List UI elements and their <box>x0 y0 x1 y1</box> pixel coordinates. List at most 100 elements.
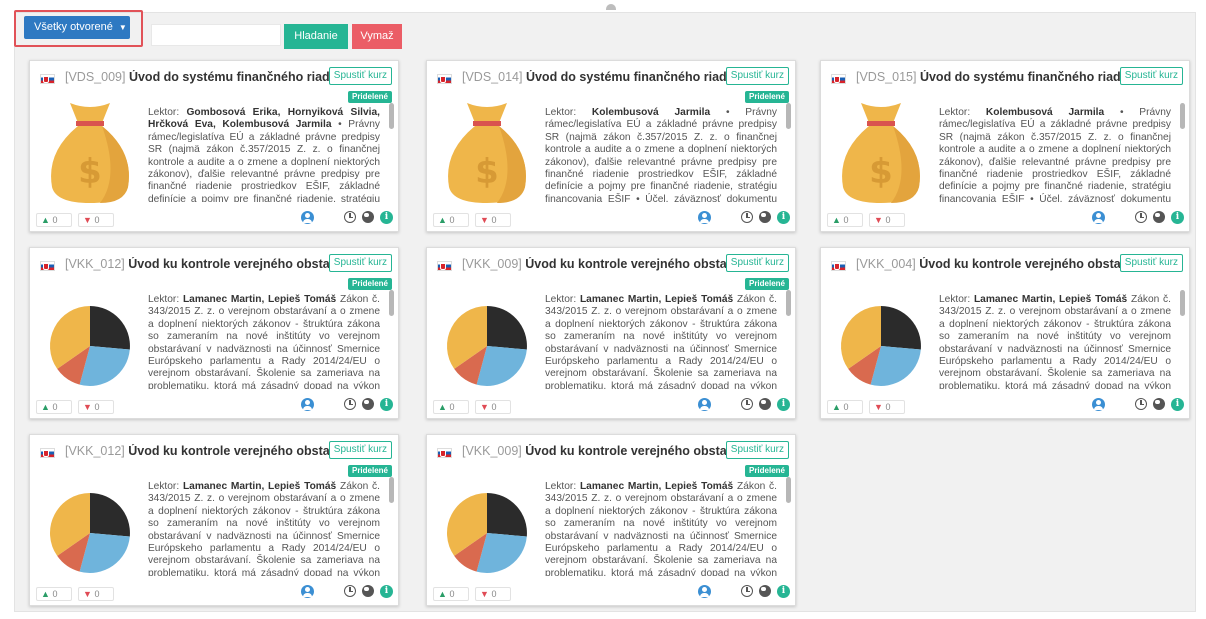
course-description: Lektor: Lamanec Martin, Lepieš Tomáš Zák… <box>939 294 1171 389</box>
like-button[interactable]: ▲ 0 <box>433 400 469 414</box>
launch-course-button[interactable]: Spustiť kurz <box>1119 67 1183 85</box>
dislike-button[interactable]: ▼ 0 <box>78 213 114 227</box>
launch-course-button[interactable]: Spustiť kurz <box>1119 254 1183 272</box>
launch-course-button[interactable]: Spustiť kurz <box>328 254 392 272</box>
info-icon[interactable]: i <box>777 398 790 411</box>
user-icon[interactable] <box>698 398 711 411</box>
globe-icon[interactable] <box>1153 211 1165 223</box>
dislike-button[interactable]: ▼ 0 <box>869 400 905 414</box>
clock-icon[interactable] <box>344 211 356 223</box>
thumbs-up-icon: ▲ <box>41 215 50 225</box>
description-scrollbar[interactable] <box>389 290 394 316</box>
dislike-button[interactable]: ▼ 0 <box>475 213 511 227</box>
like-button[interactable]: ▲ 0 <box>36 400 72 414</box>
thumbs-down-icon: ▼ <box>480 402 489 412</box>
globe-icon[interactable] <box>759 398 771 410</box>
info-icon[interactable]: i <box>380 398 393 411</box>
dislike-button[interactable]: ▼ 0 <box>869 213 905 227</box>
course-title[interactable]: [VKK_009] Úvod ku kontrole verejného obs… <box>462 444 732 458</box>
description-text: • Právny rámec/legislatíva EÚ a základné… <box>148 119 380 202</box>
description-scrollbar[interactable] <box>389 477 394 503</box>
user-icon[interactable] <box>1092 398 1105 411</box>
dislike-count: 0 <box>94 215 100 225</box>
lecturer-label: Lektor: <box>545 107 577 118</box>
like-button[interactable]: ▲ 0 <box>827 400 863 414</box>
user-icon[interactable] <box>301 585 314 598</box>
like-button[interactable]: ▲ 0 <box>36 213 72 227</box>
user-icon[interactable] <box>301 398 314 411</box>
money-bag-icon: $ <box>40 97 140 207</box>
description-scrollbar[interactable] <box>389 103 394 129</box>
like-count: 0 <box>52 589 58 599</box>
globe-icon[interactable] <box>1153 398 1165 410</box>
globe-icon[interactable] <box>362 211 374 223</box>
like-button[interactable]: ▲ 0 <box>827 213 863 227</box>
user-icon[interactable] <box>698 211 711 224</box>
launch-course-button[interactable]: Spustiť kurz <box>328 441 392 459</box>
course-title[interactable]: [VKK_012] Úvod ku kontrole verejného obs… <box>65 257 335 271</box>
filter-dropdown-button[interactable]: Všetky otvorené ▼ <box>24 16 130 39</box>
user-icon[interactable] <box>301 211 314 224</box>
dislike-button[interactable]: ▼ 0 <box>78 400 114 414</box>
like-button[interactable]: ▲ 0 <box>433 587 469 601</box>
clear-button[interactable]: Vymaž <box>352 24 402 49</box>
user-icon[interactable] <box>698 585 711 598</box>
like-button[interactable]: ▲ 0 <box>36 587 72 601</box>
course-description: Lektor: Lamanec Martin, Lepieš Tomáš Zák… <box>148 481 380 576</box>
like-count: 0 <box>843 402 849 412</box>
info-icon[interactable]: i <box>380 211 393 224</box>
description-scrollbar[interactable] <box>786 477 791 503</box>
dislike-count: 0 <box>491 215 497 225</box>
info-icon[interactable]: i <box>777 585 790 598</box>
slovak-flag-icon <box>831 261 846 271</box>
globe-icon[interactable] <box>759 211 771 223</box>
description-scrollbar[interactable] <box>1180 290 1185 316</box>
course-title[interactable]: [VDS_014] Úvod do systému finančného ria… <box>462 70 732 84</box>
description-scrollbar[interactable] <box>786 103 791 129</box>
dislike-button[interactable]: ▼ 0 <box>475 587 511 601</box>
globe-icon[interactable] <box>362 398 374 410</box>
info-icon[interactable]: i <box>777 211 790 224</box>
dislike-button[interactable]: ▼ 0 <box>475 400 511 414</box>
search-button[interactable]: Hladanie <box>284 24 348 49</box>
info-icon[interactable]: i <box>1171 398 1184 411</box>
dislike-button[interactable]: ▼ 0 <box>78 587 114 601</box>
slovak-flag-icon <box>831 74 846 84</box>
search-input[interactable] <box>151 24 281 46</box>
launch-course-button[interactable]: Spustiť kurz <box>328 67 392 85</box>
lecturer-label: Lektor: <box>939 107 971 118</box>
thumbs-down-icon: ▼ <box>480 215 489 225</box>
clock-icon[interactable] <box>1135 211 1147 223</box>
description-scrollbar[interactable] <box>1180 103 1185 129</box>
course-card: [VKK_009] Úvod ku kontrole verejného obs… <box>426 434 796 606</box>
clock-icon[interactable] <box>344 398 356 410</box>
course-title[interactable]: [VKK_004] Úvod ku kontrole verejného obs… <box>856 257 1126 271</box>
course-card: [VKK_012] Úvod ku kontrole verejného obs… <box>29 434 399 606</box>
like-count: 0 <box>52 215 58 225</box>
globe-icon[interactable] <box>759 585 771 597</box>
thumbs-down-icon: ▼ <box>480 589 489 599</box>
slovak-flag-icon <box>40 74 55 84</box>
launch-course-button[interactable]: Spustiť kurz <box>725 441 789 459</box>
course-title[interactable]: [VDS_009] Úvod do systému finančného ria… <box>65 70 335 84</box>
pie-chart-icon <box>437 471 537 581</box>
clock-icon[interactable] <box>1135 398 1147 410</box>
assigned-badge: Pridelené <box>744 465 789 477</box>
clock-icon[interactable] <box>741 211 753 223</box>
description-scrollbar[interactable] <box>786 290 791 316</box>
launch-course-button[interactable]: Spustiť kurz <box>725 67 789 85</box>
info-icon[interactable]: i <box>1171 211 1184 224</box>
course-title[interactable]: [VKK_012] Úvod ku kontrole verejného obs… <box>65 444 335 458</box>
user-icon[interactable] <box>1092 211 1105 224</box>
like-button[interactable]: ▲ 0 <box>433 213 469 227</box>
launch-course-button[interactable]: Spustiť kurz <box>725 254 789 272</box>
info-icon[interactable]: i <box>380 585 393 598</box>
clock-icon[interactable] <box>344 585 356 597</box>
course-name: Úvod do systému finančného riade... <box>525 70 732 84</box>
globe-icon[interactable] <box>362 585 374 597</box>
course-title[interactable]: [VKK_009] Úvod ku kontrole verejného obs… <box>462 257 732 271</box>
course-title[interactable]: [VDS_015] Úvod do systému finančného ria… <box>856 70 1126 84</box>
clock-icon[interactable] <box>741 398 753 410</box>
clock-icon[interactable] <box>741 585 753 597</box>
lecturer-names: Kolembusová Jarmila <box>985 107 1105 118</box>
